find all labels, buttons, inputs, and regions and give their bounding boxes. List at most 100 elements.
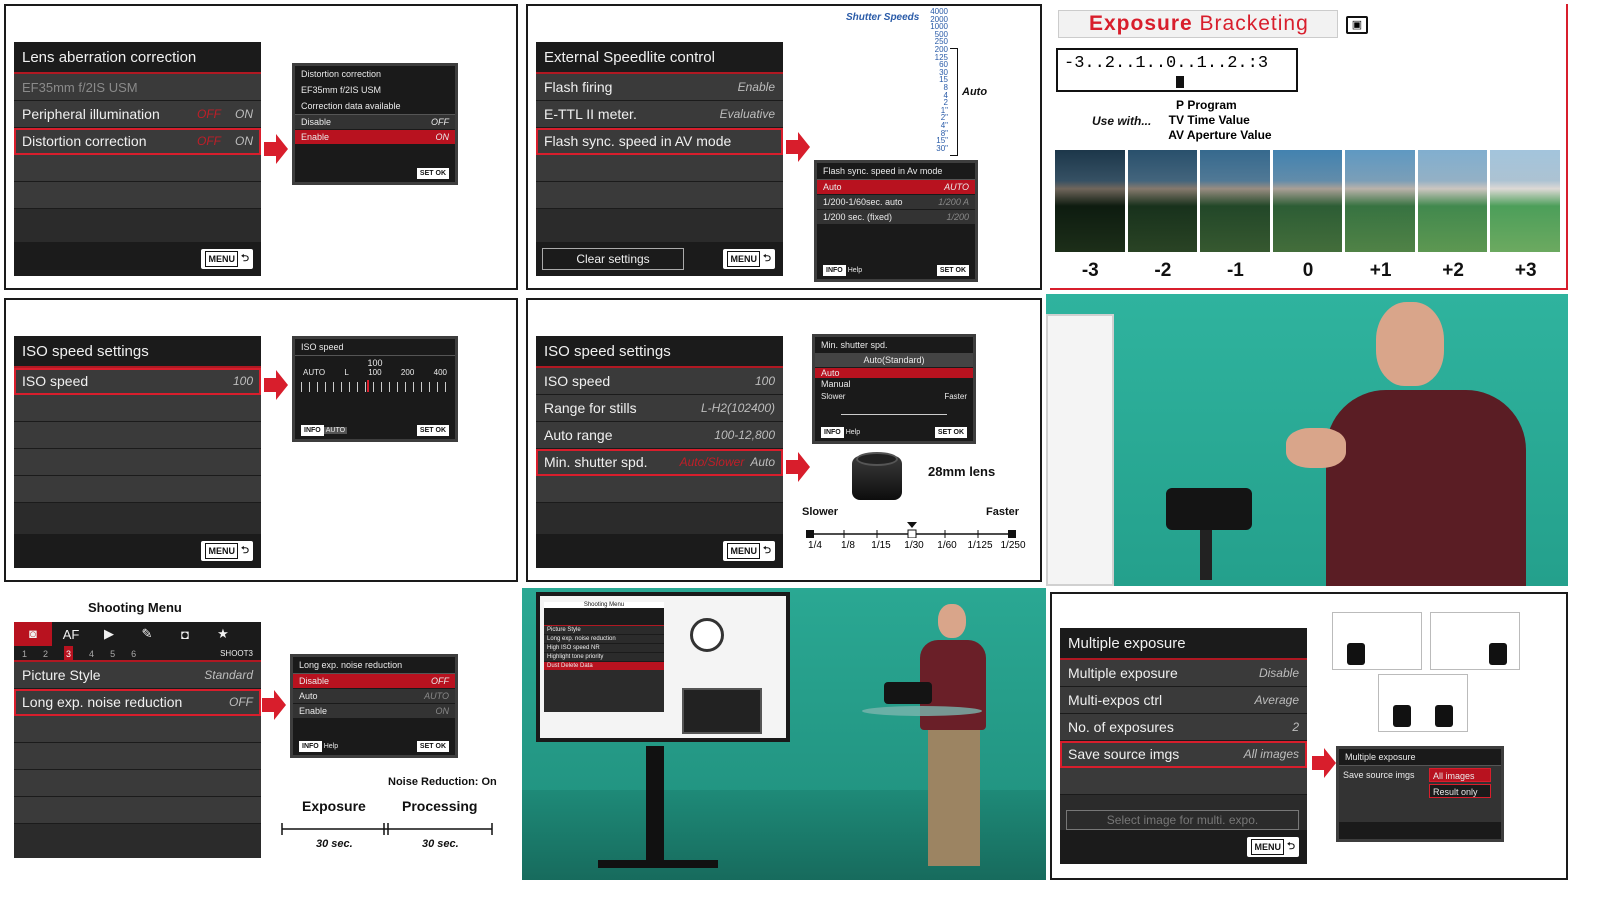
camera-menu: ISO speed settings ISO speed 100 MENU ⮌ bbox=[14, 336, 261, 568]
shooting-menu-heading: Shooting Menu bbox=[88, 600, 182, 615]
shutter-scale-label: 1/60 bbox=[937, 540, 957, 551]
bracket-label-strip: -3 -2 -1 0 +1 +2 +3 bbox=[1054, 260, 1562, 284]
menu-item-peripheral[interactable]: Peripheral illumination OFF ON bbox=[14, 101, 261, 128]
option-manual[interactable]: Manual bbox=[815, 379, 973, 390]
camera-on-tripod bbox=[1166, 484, 1256, 580]
option-auto[interactable]: Auto AUTO bbox=[817, 180, 975, 195]
tab-setup[interactable]: ✎ bbox=[128, 626, 166, 642]
shutter-scale bbox=[806, 522, 1016, 538]
set-ok-button[interactable]: SET OK bbox=[936, 265, 969, 276]
tab-custom[interactable]: ◘ bbox=[166, 627, 204, 642]
popup-title: Flash sync. speed in Av mode bbox=[817, 163, 975, 180]
menu-item-min-shutter[interactable]: Min. shutter spd. Auto/Slower Auto bbox=[536, 449, 783, 476]
info-button[interactable]: INFO bbox=[823, 265, 846, 276]
iso-ticks bbox=[301, 382, 449, 392]
info-button[interactable]: INFO bbox=[299, 741, 322, 752]
option-disable[interactable]: Disable OFF bbox=[295, 115, 455, 130]
option-fixed[interactable]: 1/200 sec. (fixed) 1/200 bbox=[817, 210, 975, 225]
right-arrow-icon bbox=[264, 370, 288, 400]
right-arrow-icon bbox=[786, 132, 810, 162]
processing-label: Processing bbox=[402, 798, 478, 814]
menu-item-save-source[interactable]: Save source imgs All images bbox=[1060, 741, 1307, 768]
tv-stand-base bbox=[598, 860, 718, 868]
menu-back-button[interactable]: MENU ⮌ bbox=[201, 249, 253, 269]
menu-title: Multiple exposure bbox=[1060, 628, 1307, 660]
menu-item-iso-speed[interactable]: ISO speed 100 bbox=[14, 368, 261, 395]
screen-menu: Shooting Menu Picture Style Long exp. no… bbox=[544, 602, 664, 712]
option-auto[interactable]: Auto bbox=[815, 368, 973, 379]
panel-noise-reduction: Shooting Menu ◙ AF ▶ ✎ ◘ ★ 123456 SHOOT3… bbox=[4, 590, 518, 880]
panel-presenter-video bbox=[1046, 294, 1568, 586]
info-button[interactable]: INFO bbox=[301, 425, 324, 436]
menu-item-distortion[interactable]: Distortion correction OFF ON bbox=[14, 128, 261, 155]
menu-item-auto-range[interactable]: Auto range 100-12,800 bbox=[536, 422, 783, 449]
iso-current-value: 100 bbox=[367, 358, 383, 368]
option-enable[interactable]: Enable ON bbox=[293, 704, 455, 719]
bracket-photo bbox=[1417, 150, 1488, 252]
menu-empty-row bbox=[14, 449, 261, 476]
menu-item-long-exp[interactable]: Long exp. noise reduction OFF bbox=[14, 689, 261, 716]
bracket-photo bbox=[1490, 150, 1560, 252]
menu-empty-row bbox=[14, 476, 261, 503]
popup-title: Multiple exposure bbox=[1339, 749, 1501, 766]
popup-slider[interactable] bbox=[841, 403, 947, 415]
menu-empty-row bbox=[14, 770, 261, 797]
menu-back-button[interactable]: MENU ⮌ bbox=[723, 249, 775, 269]
menu-back-button[interactable]: MENU ⮌ bbox=[1247, 837, 1299, 857]
panel-iso-speed: ISO speed settings ISO speed 100 MENU ⮌ IS… bbox=[4, 298, 518, 582]
panel-presenter-screen: Shooting Menu Picture Style Long exp. no… bbox=[522, 588, 1046, 880]
menu-item-multiple-exposure[interactable]: Multiple exposure Disable bbox=[1060, 660, 1307, 687]
presenter-head bbox=[1376, 302, 1444, 386]
multi-exposure-thumbnail bbox=[1430, 612, 1520, 670]
lens-label: 28mm lens bbox=[928, 464, 996, 479]
bracket-label: +2 bbox=[1442, 260, 1464, 281]
set-ok-button[interactable]: SET OK bbox=[934, 427, 967, 438]
shutter-scale-label: 1/8 bbox=[841, 540, 855, 551]
set-ok-button[interactable]: SET OK bbox=[416, 168, 449, 179]
option-result-only[interactable]: Result only bbox=[1429, 784, 1491, 798]
option-all-images[interactable]: All images bbox=[1429, 768, 1491, 782]
bracket-photo bbox=[1200, 150, 1270, 252]
popup-title: Distortion correction bbox=[295, 66, 455, 82]
info-button[interactable]: INFO bbox=[821, 427, 844, 438]
camera-menu: ISO speed settings ISO speed 100 Range fo… bbox=[536, 336, 783, 568]
option-enable[interactable]: Enable ON bbox=[295, 130, 455, 145]
select-image-button[interactable]: Select image for multi. expo. bbox=[1066, 810, 1299, 830]
option-auto[interactable]: Auto AUTO bbox=[293, 689, 455, 704]
set-ok-button[interactable]: SET OK bbox=[416, 425, 449, 436]
menu-title: External Speedlite control bbox=[536, 42, 783, 74]
menu-empty-row bbox=[14, 743, 261, 770]
presenter-figure bbox=[914, 604, 994, 874]
menu-empty-row bbox=[14, 395, 261, 422]
processing-time: 30 sec. bbox=[422, 838, 459, 850]
tab-playback[interactable]: ▶ bbox=[90, 626, 128, 642]
menu-item-flash-sync[interactable]: Flash sync. speed in AV mode bbox=[536, 128, 783, 155]
menu-footer: MENU ⮌ bbox=[1060, 830, 1307, 864]
menu-item-picture-style[interactable]: Picture Style Standard bbox=[14, 662, 261, 689]
tab-shooting[interactable]: ◙ bbox=[14, 622, 52, 646]
exposure-label: Exposure bbox=[302, 798, 366, 814]
menu-footer: MENU ⮌ bbox=[14, 534, 261, 568]
option-auto-range[interactable]: 1/200-1/60sec. auto 1/200 A bbox=[817, 195, 975, 210]
tab-mymenu[interactable]: ★ bbox=[204, 626, 242, 642]
shutter-scale-label: 1/30 bbox=[904, 540, 924, 551]
multi-exposure-thumbnail bbox=[1332, 612, 1422, 670]
faster-label: Faster bbox=[986, 506, 1020, 518]
set-ok-button[interactable]: SET OK bbox=[416, 741, 449, 752]
menu-item-multi-expos-ctrl[interactable]: Multi-expos ctrl Average bbox=[1060, 687, 1307, 714]
custom-icon: ◘ bbox=[181, 626, 189, 642]
clear-settings-button[interactable]: Clear settings bbox=[542, 248, 684, 270]
menu-item-ettl[interactable]: E-TTL II meter. Evaluative bbox=[536, 101, 783, 128]
menu-item-range[interactable]: Range for stills L-H2(102400) bbox=[536, 395, 783, 422]
menu-item-flash-firing[interactable]: Flash firing Enable bbox=[536, 74, 783, 101]
popup-title: Min. shutter spd. bbox=[815, 337, 973, 353]
menu-back-button[interactable]: MENU ⮌ bbox=[723, 541, 775, 561]
menu-back-button[interactable]: MENU ⮌ bbox=[201, 541, 253, 561]
menu-item-iso-speed[interactable]: ISO speed 100 bbox=[536, 368, 783, 395]
bracket-label: +3 bbox=[1514, 260, 1537, 281]
menu-item-no-exposures[interactable]: No. of exposures 2 bbox=[1060, 714, 1307, 741]
option-disable[interactable]: Disable OFF bbox=[293, 674, 455, 689]
tab-af[interactable]: AF bbox=[52, 627, 90, 642]
return-icon: ⮌ bbox=[240, 253, 249, 264]
bracket-label: 0 bbox=[1302, 260, 1314, 281]
